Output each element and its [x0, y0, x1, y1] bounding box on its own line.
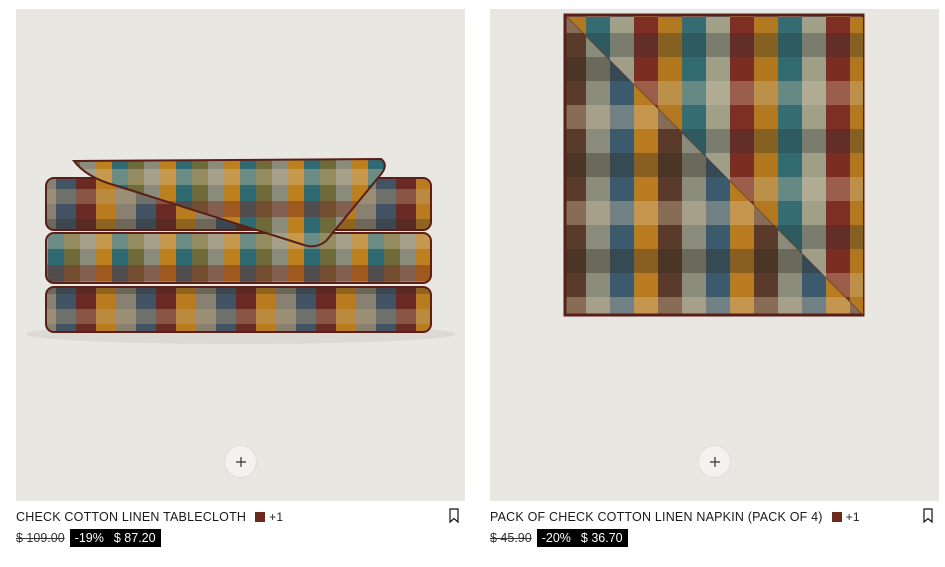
product-card-napkins[interactable]: PACK OF CHECK COTTON LINEN NAPKIN (PACK …	[490, 9, 939, 548]
folded-tablecloth-image	[26, 157, 456, 344]
bookmark-icon[interactable]	[448, 508, 460, 524]
product-image-napkins[interactable]	[490, 9, 939, 501]
bookmark-icon[interactable]	[922, 508, 934, 524]
sale-price-badge: -20% $ 36.70	[536, 529, 628, 547]
old-price: $ 45.90	[490, 531, 532, 545]
sale-price-badge: -19% $ 87.20	[69, 529, 161, 547]
color-swatch[interactable]	[255, 512, 266, 522]
product-name[interactable]: CHECK COTTON LINEN TABLECLOTH	[16, 510, 246, 524]
plus-icon	[709, 456, 720, 467]
current-price: $ 36.70	[580, 531, 623, 545]
more-colors-count[interactable]: +1	[269, 510, 283, 524]
plus-icon	[235, 456, 246, 467]
product-image-tablecloth[interactable]	[16, 9, 465, 501]
current-price: $ 87.20	[113, 531, 156, 545]
product-name[interactable]: PACK OF CHECK COTTON LINEN NAPKIN (PACK …	[490, 510, 823, 524]
quick-add-button[interactable]	[225, 446, 256, 477]
product-card-tablecloth[interactable]: CHECK COTTON LINEN TABLECLOTH +1 $ 109.0…	[16, 9, 465, 548]
folded-napkin-image	[563, 13, 865, 317]
color-swatch[interactable]	[831, 512, 842, 522]
old-price: $ 109.00	[16, 531, 65, 545]
more-colors-count[interactable]: +1	[846, 510, 860, 524]
discount-percent: -20%	[541, 531, 571, 545]
discount-percent: -19%	[74, 531, 104, 545]
quick-add-button[interactable]	[699, 446, 730, 477]
